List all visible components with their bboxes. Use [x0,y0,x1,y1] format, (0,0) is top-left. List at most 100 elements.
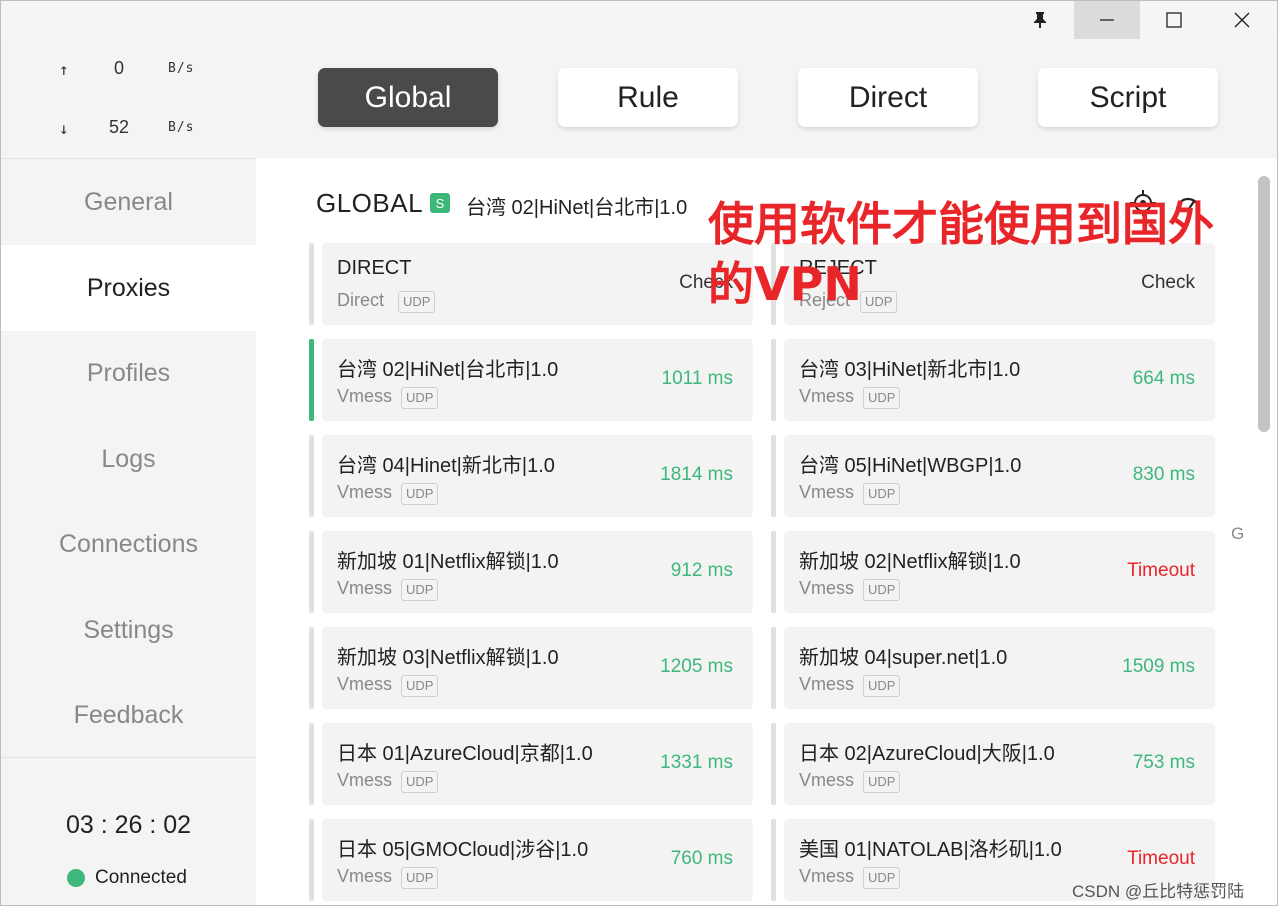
proxy-name: 新加坡 04|super.net|1.0 [799,647,1008,669]
udp-badge: UDP [401,387,439,409]
sidebar-item-profiles[interactable]: Profiles [1,330,256,416]
proxy-type: Vmess [799,770,855,790]
udp-badge: UDP [401,771,439,793]
mode-global-button[interactable]: Global [318,68,498,127]
sidebar-item-connections[interactable]: Connections [1,501,256,587]
minimize-button[interactable] [1074,1,1140,39]
proxy-type: Vmess [799,482,855,502]
proxy-card[interactable]: 新加坡 04|super.net|1.0 Vmess UDP 1509 ms [771,627,1215,709]
proxy-indicator [771,723,776,805]
proxy-type: Vmess [337,770,393,790]
status-label: Connected [95,867,187,888]
proxy-delay[interactable]: 1509 ms [1122,656,1195,678]
proxy-delay[interactable]: Timeout [1127,848,1195,870]
udp-badge: UDP [863,867,901,889]
proxy-name: 台湾 05|HiNet|WBGP|1.0 [799,455,1022,477]
mode-bar: Global Rule Direct Script [256,39,1277,158]
proxy-delay[interactable]: 753 ms [1133,752,1195,774]
proxy-card[interactable]: DIRECT Direct UDP Check [309,243,753,325]
proxy-type: Direct [337,290,385,310]
mode-direct-button[interactable]: Direct [798,68,978,127]
mode-rule-button[interactable]: Rule [558,68,738,127]
clash-window: ↑ 0 B/s ↓ 52 B/s General Proxies Profile… [0,0,1278,906]
proxy-delay[interactable]: 1205 ms [660,656,733,678]
proxy-selected-indicator [309,339,314,421]
proxy-card[interactable]: 台湾 03|HiNet|新北市|1.0 Vmess UDP 664 ms [771,339,1215,421]
upload-speed: ↑ 0 B/s [1,54,256,84]
udp-badge: UDP [863,771,901,793]
sidebar-item-logs[interactable]: Logs [1,416,256,502]
maximize-button[interactable] [1141,1,1207,39]
close-icon [1234,12,1250,28]
download-unit: B/s [168,120,195,135]
proxy-name: 新加坡 02|Netflix解锁|1.0 [799,551,1021,573]
proxy-delay[interactable]: 664 ms [1133,368,1195,390]
proxy-card-body: 新加坡 03|Netflix解锁|1.0 Vmess UDP 1205 ms [322,627,753,709]
proxy-type: Vmess [337,674,393,694]
proxy-name: 台湾 02|HiNet|台北市|1.0 [337,359,559,381]
proxy-delay[interactable]: 760 ms [671,848,733,870]
proxy-indicator [771,819,776,901]
proxy-card[interactable]: 台湾 02|HiNet|台北市|1.0 Vmess UDP 1011 ms [309,339,753,421]
side-letter: G [1231,524,1245,543]
proxy-indicator [771,435,776,517]
proxy-indicator [771,339,776,421]
udp-badge: UDP [401,483,439,505]
udp-badge: UDP [863,483,901,505]
udp-badge: UDP [401,867,439,889]
pin-button[interactable] [1007,1,1073,39]
status-dot-icon [67,869,85,887]
proxy-name: DIRECT [337,257,412,279]
traffic-panel: ↑ 0 B/s ↓ 52 B/s [1,39,256,157]
title-bar [1,1,1277,39]
red-annotation-text: 使用软件才能使用到国外的VPN [708,197,1214,311]
proxy-delay[interactable]: 1331 ms [660,752,733,774]
sidebar-item-proxies[interactable]: Proxies [1,245,256,331]
upload-arrow-icon: ↑ [59,60,69,79]
proxy-delay[interactable]: 1814 ms [660,464,733,486]
proxy-card-body: 日本 01|AzureCloud|京都|1.0 Vmess UDP 1331 m… [322,723,753,805]
proxy-name: 日本 02|AzureCloud|大阪|1.0 [799,743,1055,765]
proxy-card[interactable]: 日本 02|AzureCloud|大阪|1.0 Vmess UDP 753 ms [771,723,1215,805]
proxy-card[interactable]: 新加坡 03|Netflix解锁|1.0 Vmess UDP 1205 ms [309,627,753,709]
sidebar-item-general[interactable]: General [1,159,256,245]
udp-badge: UDP [401,675,439,697]
scrollbar-thumb[interactable] [1258,176,1270,432]
proxy-card[interactable]: 日本 01|AzureCloud|京都|1.0 Vmess UDP 1331 m… [309,723,753,805]
proxy-delay[interactable]: 912 ms [671,560,733,582]
pin-icon [1034,12,1046,28]
proxy-card-body: 新加坡 02|Netflix解锁|1.0 Vmess UDP Timeout [784,531,1215,613]
proxy-indicator [771,627,776,709]
proxy-card[interactable]: 新加坡 02|Netflix解锁|1.0 Vmess UDP Timeout [771,531,1215,613]
proxy-type: Vmess [799,386,855,406]
proxy-delay[interactable]: 830 ms [1133,464,1195,486]
proxy-indicator [309,435,314,517]
proxy-card-body: 台湾 03|HiNet|新北市|1.0 Vmess UDP 664 ms [784,339,1215,421]
udp-badge: UDP [863,579,901,601]
mode-script-button[interactable]: Script [1038,68,1218,127]
close-button[interactable] [1209,1,1275,39]
proxy-card-body: DIRECT Direct UDP Check [322,243,753,325]
proxy-card-body: 台湾 04|Hinet|新北市|1.0 Vmess UDP 1814 ms [322,435,753,517]
proxy-type: Vmess [799,866,855,886]
proxy-card-body: 台湾 02|HiNet|台北市|1.0 Vmess UDP 1011 ms [322,339,753,421]
proxy-name: 日本 05|GMOCloud|涉谷|1.0 [337,839,589,861]
proxy-delay[interactable]: Timeout [1127,560,1195,582]
proxy-card[interactable]: 日本 05|GMOCloud|涉谷|1.0 Vmess UDP 760 ms [309,819,753,901]
proxy-card[interactable]: 台湾 05|HiNet|WBGP|1.0 Vmess UDP 830 ms [771,435,1215,517]
proxy-type: Vmess [337,866,393,886]
proxy-card[interactable]: 新加坡 01|Netflix解锁|1.0 Vmess UDP 912 ms [309,531,753,613]
proxy-name: 日本 01|AzureCloud|京都|1.0 [337,743,593,765]
group-type-badge: S [430,193,450,213]
connection-status[interactable]: Connected [67,867,187,889]
sidebar-item-feedback[interactable]: Feedback [1,672,256,758]
proxy-card-body: 新加坡 01|Netflix解锁|1.0 Vmess UDP 912 ms [322,531,753,613]
proxy-indicator [309,819,314,901]
sidebar-item-settings[interactable]: Settings [1,587,256,673]
divider [1,757,256,758]
proxy-indicator [309,723,314,805]
proxy-card[interactable]: 台湾 04|Hinet|新北市|1.0 Vmess UDP 1814 ms [309,435,753,517]
proxy-delay[interactable]: 1011 ms [662,368,733,390]
proxies-panel: GLOBAL S 台湾 02|HiNet|台北市|1.0 DIRECT Dire… [256,158,1277,905]
proxy-name: 美国 01|NATOLAB|洛杉矶|1.0 [799,839,1062,861]
